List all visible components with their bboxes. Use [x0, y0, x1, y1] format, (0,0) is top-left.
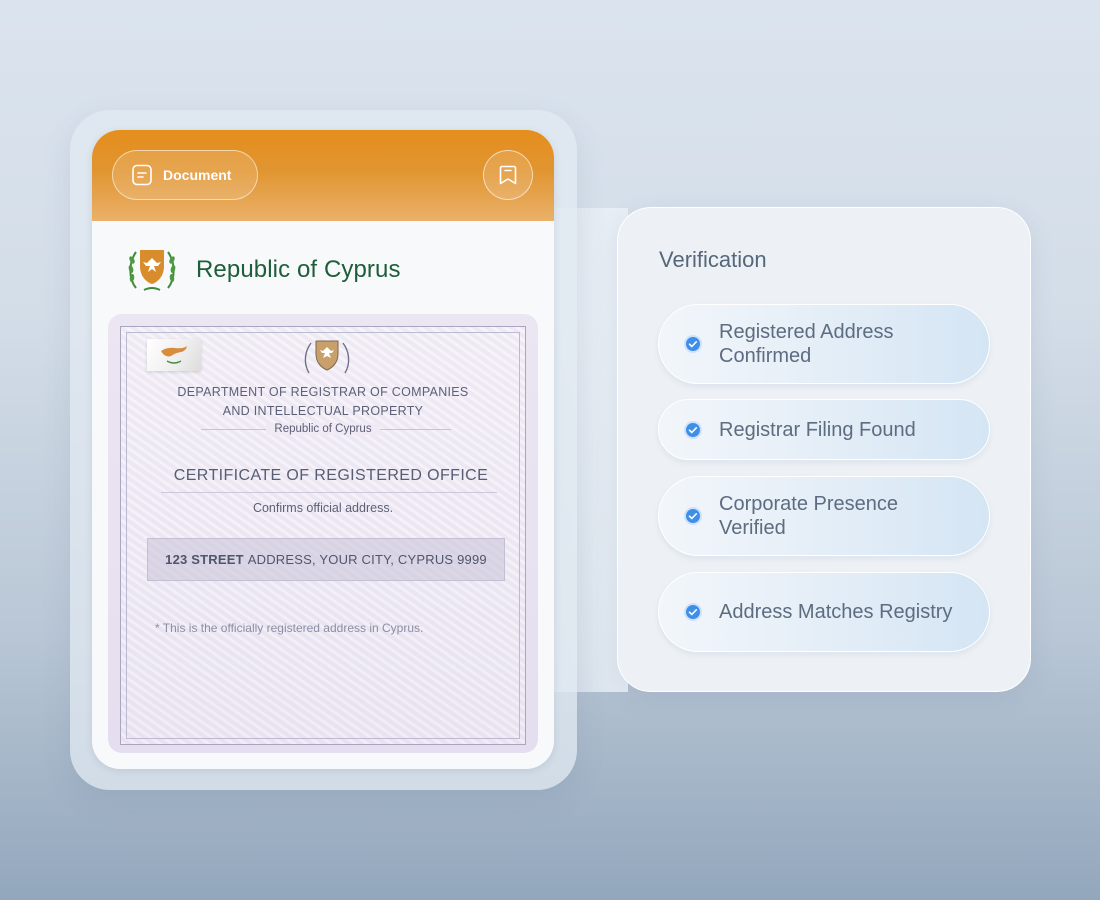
cyprus-flag-icon	[147, 339, 201, 371]
issuer-name: Republic of Cyprus	[196, 256, 401, 283]
verification-panel: Verification Registered Address Confirme…	[617, 207, 1031, 692]
verification-title: Verification	[659, 247, 767, 272]
department-line-1: DEPARTMENT OF REGISTRAR OF COMPANIES	[177, 385, 469, 399]
issuer-brand: Republic of Cyprus	[126, 244, 401, 296]
document-card-header: Document	[92, 130, 554, 221]
verification-item-registered-address[interactable]: Registered Address Confirmed	[658, 304, 990, 384]
divider	[161, 492, 497, 493]
certificate-frame: DEPARTMENT OF REGISTRAR OF COMPANIES AND…	[108, 314, 538, 753]
certificate-document: DEPARTMENT OF REGISTRAR OF COMPANIES AND…	[120, 326, 526, 745]
verification-item-label: Corporate Presence Verified	[719, 493, 898, 539]
document-icon	[132, 164, 152, 186]
certificate-title: CERTIFICATE OF REGISTERED OFFICE	[173, 467, 489, 484]
certificate-subtitle: Confirms official address.	[252, 501, 394, 515]
certificate-footnote: * This is the officially registered addr…	[155, 621, 424, 635]
verification-item-label: Registrar Filing Found	[719, 418, 916, 441]
verification-item-address-match[interactable]: Address Matches Registry	[658, 572, 990, 652]
bookmark-icon	[499, 165, 517, 185]
check-circle-icon	[684, 507, 702, 525]
address-street: 123 STREET	[165, 552, 244, 567]
verification-item-label: Registered Address Confirmed	[719, 321, 894, 367]
verification-item-corporate-presence[interactable]: Corporate Presence Verified	[658, 476, 990, 556]
verification-item-label: Address Matches Registry	[719, 601, 953, 623]
check-circle-icon	[684, 420, 702, 439]
department-country: Republic of Cyprus	[266, 423, 380, 435]
registered-address: 123 STREET ADDRESS, YOUR CITY, CYPRUS 99…	[147, 538, 505, 581]
cyprus-coat-of-arms-icon	[128, 250, 176, 291]
bookmark-button[interactable]	[483, 150, 533, 200]
address-rest: ADDRESS, YOUR CITY, CYPRUS 9999	[247, 552, 487, 567]
document-button-label: Document	[163, 167, 232, 183]
document-button[interactable]: Document	[112, 150, 258, 200]
verification-item-registrar-filing[interactable]: Registrar Filing Found	[658, 399, 990, 460]
check-circle-icon	[684, 335, 702, 353]
check-circle-icon	[684, 603, 702, 621]
document-card: Document Republic of Cyprus DEPARTMENT O…	[92, 130, 554, 769]
certificate-crest-icon	[304, 340, 350, 374]
department-line-2: AND INTELLECTUAL PROPERTY	[222, 404, 424, 418]
